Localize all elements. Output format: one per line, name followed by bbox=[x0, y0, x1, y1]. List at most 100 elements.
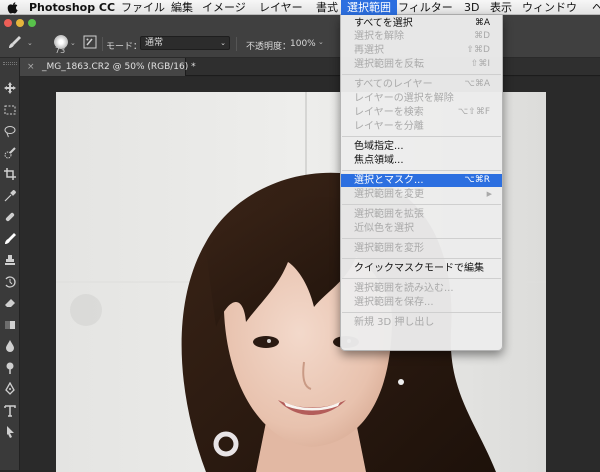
menu-separator bbox=[342, 136, 501, 137]
menu-separator bbox=[342, 312, 501, 314]
eyedropper-tool-icon[interactable] bbox=[3, 189, 17, 203]
menu-item-label: 選択範囲を拡張 bbox=[354, 208, 424, 220]
gradient-tool-icon[interactable] bbox=[3, 318, 17, 332]
menu-item-label: 選択範囲を変形 bbox=[354, 242, 424, 254]
menu-item-label: 選択を解除 bbox=[354, 31, 404, 43]
menu-item[interactable]: 焦点領域... bbox=[341, 154, 502, 167]
submenu-arrow-icon: ▶ bbox=[486, 189, 492, 198]
apple-menu[interactable] bbox=[6, 0, 20, 15]
menu-item-label: すべてを選択 bbox=[354, 17, 413, 29]
menubar-item[interactable]: 書式 bbox=[310, 0, 344, 15]
menu-item: 選択範囲を変形 bbox=[341, 242, 502, 255]
document-tab-bar: × _MG_1863.CR2 @ 50% (RGB/16) * bbox=[20, 58, 600, 76]
dodge-tool-icon[interactable] bbox=[3, 361, 17, 375]
menu-item-shortcut: ⌘D bbox=[474, 31, 490, 42]
menubar-item[interactable]: ヘ bbox=[586, 0, 600, 15]
menu-item-label: 選択範囲を変更 bbox=[354, 188, 424, 200]
menu-item-label: レイヤーを分離 bbox=[354, 120, 424, 132]
menu-item-shortcut: ⌥⌘A bbox=[464, 79, 490, 90]
menu-item-shortcut: ⇧⌘I bbox=[470, 58, 490, 69]
chevron-down-icon[interactable]: ⌄ bbox=[70, 39, 76, 47]
menu-item-shortcut: ⌘A bbox=[474, 17, 490, 28]
menu-bar: Photoshop CC ファイル 編集 イメージ レイヤー 書式 選択範囲 フィルター 3D… bbox=[0, 0, 600, 15]
menu-item: 選択範囲を読み込む... bbox=[341, 282, 502, 295]
menu-item[interactable]: 選択とマスク... ⌥⌘R bbox=[341, 173, 502, 187]
menu-item: 近似色を選択 bbox=[341, 222, 502, 235]
type-tool-icon[interactable] bbox=[3, 404, 17, 418]
brush-preset-icon[interactable] bbox=[8, 35, 22, 49]
window-zoom-button[interactable] bbox=[28, 19, 36, 27]
menu-item: 新規 3D 押し出し bbox=[341, 316, 502, 329]
menu-item-label: 再選択 bbox=[354, 45, 384, 57]
options-bar: ⌄ 73 ⌄ モード： 通常 ⌄ 不透明度： 100% ⌄ bbox=[0, 15, 600, 58]
crop-tool-icon[interactable] bbox=[3, 167, 17, 181]
select-menu-dropdown: すべてを選択 ⌘A 選択を解除 ⌘D 再選択 ⇧⌘D 選択範囲を反転 ⇧⌘I すべてのレイヤー ⌥… bbox=[340, 15, 503, 351]
close-icon[interactable]: × bbox=[27, 58, 35, 76]
menu-item-label: 選択範囲を読み込む... bbox=[354, 283, 454, 295]
menubar-item[interactable]: ファイル bbox=[115, 0, 171, 15]
healing-brush-tool-icon[interactable] bbox=[3, 210, 17, 224]
path-selection-tool-icon[interactable] bbox=[3, 425, 17, 439]
document-tab-title: _MG_1863.CR2 @ 50% (RGB/16) * bbox=[42, 62, 196, 72]
opacity-value[interactable]: 100% bbox=[290, 39, 316, 49]
blend-mode-value: 通常 bbox=[145, 38, 164, 48]
pen-tool-icon[interactable] bbox=[3, 382, 17, 396]
menu-item[interactable]: クイックマスクモードで編集 bbox=[341, 262, 502, 275]
menu-separator bbox=[342, 238, 501, 239]
window-close-button[interactable] bbox=[4, 19, 12, 27]
lasso-tool-icon[interactable] bbox=[3, 124, 17, 138]
chevron-down-icon: ⌄ bbox=[220, 39, 226, 47]
history-brush-tool-icon[interactable] bbox=[3, 275, 17, 289]
menu-item: 再選択 ⇧⌘D bbox=[341, 44, 502, 57]
menu-item-label: 選択範囲を保存... bbox=[354, 296, 434, 308]
menu-item: 選択を解除 ⌘D bbox=[341, 30, 502, 43]
menu-item[interactable]: すべてを選択 ⌘A bbox=[341, 17, 502, 30]
menu-item-label: 色域指定... bbox=[354, 140, 404, 152]
menubar-item[interactable]: フィルター bbox=[392, 0, 459, 15]
chevron-down-icon[interactable]: ⌄ bbox=[318, 38, 324, 46]
document-tab[interactable]: × _MG_1863.CR2 @ 50% (RGB/16) * bbox=[20, 58, 196, 76]
brush-panel-icon[interactable] bbox=[83, 35, 97, 49]
menu-item-shortcut: ⇧⌘D bbox=[466, 45, 490, 56]
menubar-item[interactable]: ウィンドウ bbox=[516, 0, 583, 15]
menu-item[interactable]: 色域指定... bbox=[341, 140, 502, 153]
menu-item-label: レイヤーを検索 bbox=[354, 106, 424, 118]
brush-tool-icon[interactable] bbox=[3, 232, 17, 246]
menu-item: レイヤーを検索 ⌥⇧⌘F bbox=[341, 106, 502, 119]
menu-item-label: 選択範囲を反転 bbox=[354, 58, 424, 70]
opacity-label: 不透明度： bbox=[246, 42, 292, 52]
menubar-item[interactable]: イメージ bbox=[196, 0, 252, 15]
quick-selection-tool-icon[interactable] bbox=[3, 146, 17, 160]
menu-separator bbox=[342, 204, 501, 205]
menubar-item[interactable]: レイヤー bbox=[253, 0, 309, 15]
marquee-tool-icon[interactable] bbox=[3, 103, 17, 117]
window-minimize-button[interactable] bbox=[16, 19, 24, 27]
menubar-item[interactable]: 編集 bbox=[165, 0, 199, 15]
menu-item-label: クイックマスクモードで編集 bbox=[354, 262, 484, 274]
menu-item-label: 新規 3D 押し出し bbox=[354, 317, 435, 329]
menu-separator bbox=[342, 258, 501, 260]
menubar-item[interactable]: 表示 bbox=[484, 0, 518, 15]
menubar-item[interactable]: 選択範囲 bbox=[341, 0, 397, 15]
clone-stamp-tool-icon[interactable] bbox=[3, 253, 17, 267]
canvas-area[interactable] bbox=[20, 77, 600, 472]
app-menu[interactable]: Photoshop CC bbox=[23, 0, 121, 15]
brush-size-value: 73 bbox=[55, 46, 66, 55]
menu-item: レイヤーの選択を解除 bbox=[341, 92, 502, 105]
menubar-item[interactable]: 3D bbox=[458, 0, 485, 15]
menu-item: 選択範囲を拡張 bbox=[341, 208, 502, 221]
menu-item-label: 選択とマスク... bbox=[354, 174, 424, 186]
mode-label: モード： bbox=[106, 42, 143, 52]
eraser-tool-icon[interactable] bbox=[3, 296, 17, 310]
menu-separator bbox=[342, 278, 501, 280]
move-tool-icon[interactable] bbox=[3, 81, 17, 95]
blur-tool-icon[interactable] bbox=[3, 339, 17, 353]
chevron-down-icon[interactable]: ⌄ bbox=[27, 39, 33, 47]
panel-grip[interactable] bbox=[3, 62, 17, 65]
tools-panel bbox=[0, 58, 20, 470]
menu-separator bbox=[342, 74, 501, 76]
blend-mode-select[interactable]: 通常 ⌄ bbox=[140, 36, 230, 50]
menu-item: 選択範囲を保存... bbox=[341, 296, 502, 309]
menu-item: レイヤーを分離 bbox=[341, 120, 502, 133]
apple-icon bbox=[7, 2, 18, 14]
